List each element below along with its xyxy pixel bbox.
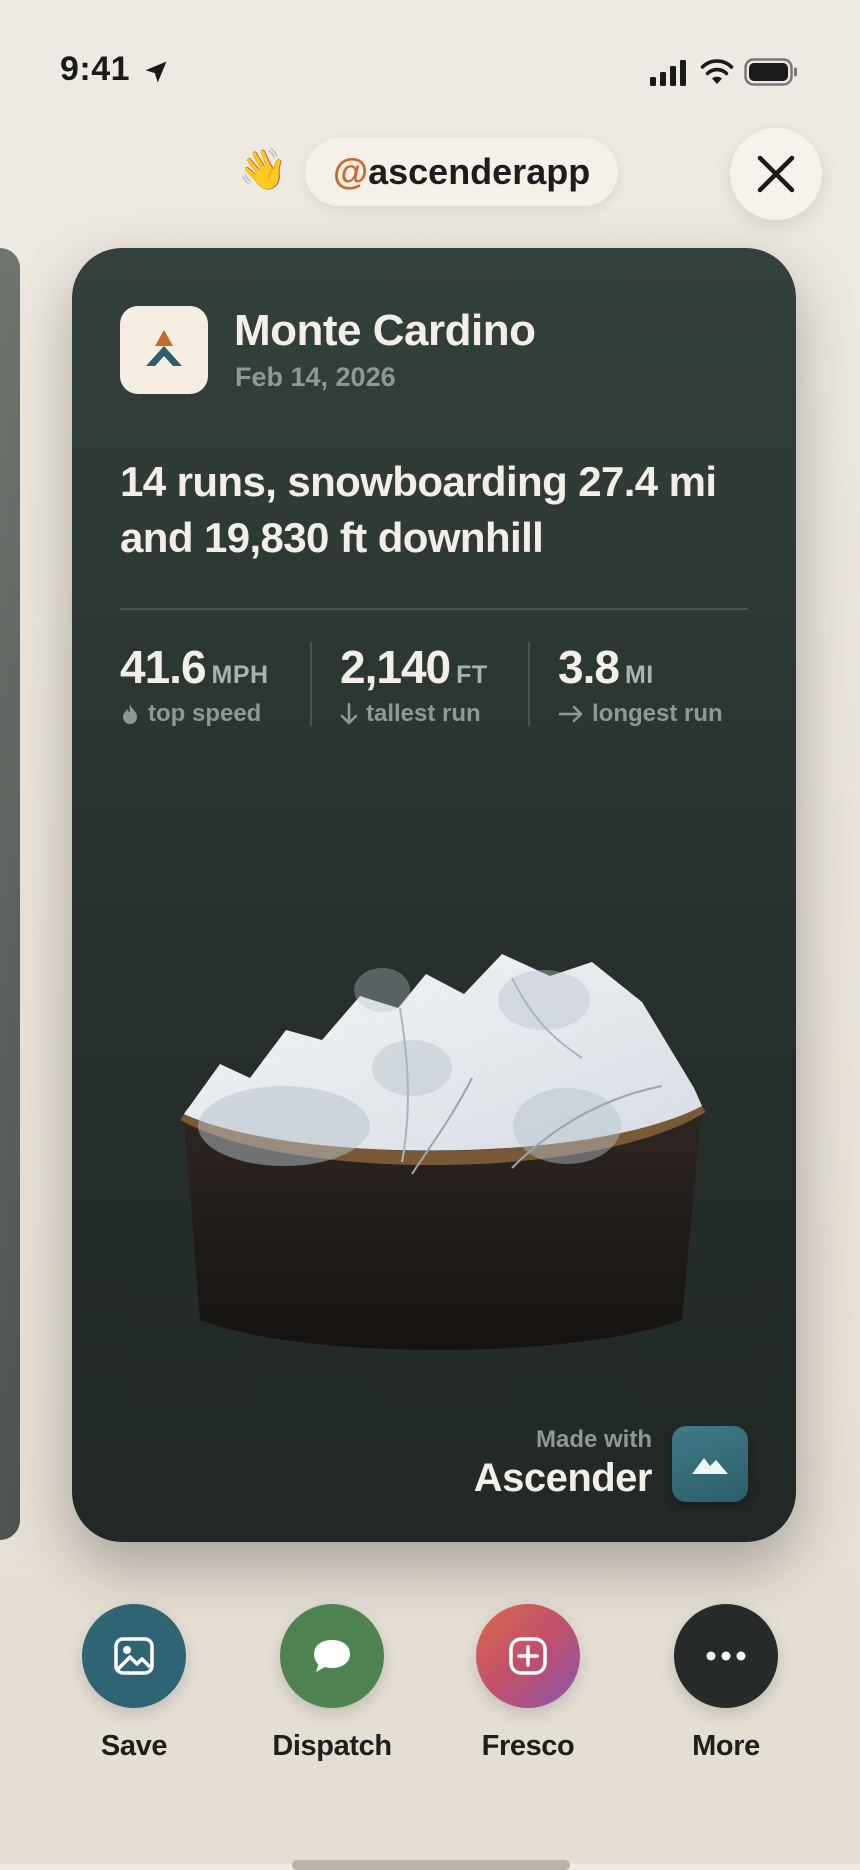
more-dots-icon (706, 1651, 746, 1661)
close-button[interactable] (730, 128, 822, 220)
arrow-down-icon (340, 702, 358, 725)
status-time: 9:41 (60, 50, 131, 88)
wifi-icon (700, 59, 734, 84)
dispatch-button[interactable] (280, 1604, 384, 1708)
more-action[interactable]: More (646, 1604, 806, 1763)
mountain-icon (692, 1458, 728, 1474)
dispatch-action[interactable]: Dispatch (252, 1604, 412, 1763)
stat-unit: FT (456, 661, 488, 689)
home-indicator[interactable] (292, 1860, 570, 1870)
stat-longest-run: 3.8 MI longest run (558, 640, 723, 728)
save-button[interactable] (82, 1604, 186, 1708)
stat-value: 2,140 (340, 641, 451, 693)
image-icon (114, 1637, 154, 1675)
resort-name: Monte Cardino (234, 306, 536, 355)
stat-value: 3.8 (558, 641, 620, 693)
stat-tallest-run: 2,140 FT tallest run (340, 640, 488, 728)
brand-tile (672, 1426, 748, 1502)
more-button[interactable] (674, 1604, 778, 1708)
dispatch-label: Dispatch (272, 1730, 392, 1762)
more-label: More (692, 1730, 760, 1762)
share-card: Monte Cardino Feb 14, 2026 14 runs, snow… (72, 248, 796, 1542)
stat-label: longest run (592, 700, 723, 727)
stat-separator (310, 642, 312, 726)
battery-icon (744, 58, 797, 86)
plus-square-icon (509, 1637, 547, 1675)
handle-at-symbol: @ (333, 151, 369, 192)
session-summary: 14 runs, snowboarding 27.4 mi and 19,830… (120, 454, 760, 566)
summary-line: and 19,830 ft downhill (120, 514, 544, 561)
wave-emoji: 👋 (238, 148, 288, 192)
fresco-label: Fresco (481, 1730, 575, 1762)
status-bar: 9:41 (0, 0, 860, 140)
handle-name: ascenderapp (368, 151, 591, 192)
divider (120, 608, 748, 610)
brand-name: Ascender (473, 1456, 653, 1500)
flame-icon (123, 704, 137, 724)
handle-pill[interactable]: @ ascenderapp (305, 138, 619, 206)
cellular-signal-icon (650, 60, 686, 86)
location-arrow-icon (145, 61, 167, 83)
stat-label: tallest run (366, 700, 481, 727)
close-icon (757, 155, 795, 193)
arrow-right-icon (558, 705, 583, 723)
session-date: Feb 14, 2026 (235, 362, 396, 392)
save-action[interactable]: Save (54, 1604, 214, 1763)
save-label: Save (100, 1730, 168, 1762)
stat-unit: MI (624, 661, 654, 689)
summary-line: 14 runs, snowboarding 27.4 mi (120, 458, 717, 505)
fresco-action[interactable]: Fresco (448, 1604, 608, 1763)
peak-logo-icon (146, 330, 182, 366)
stat-top-speed: 41.6 MPH top speed (120, 640, 269, 728)
stat-label: top speed (148, 700, 262, 727)
snow-mountain-illustration (180, 954, 706, 1350)
stat-value: 41.6 (120, 641, 207, 693)
resort-logo-badge (120, 306, 208, 394)
stat-separator (528, 642, 530, 726)
fresco-button[interactable] (476, 1604, 580, 1708)
chat-bubble-icon (314, 1640, 350, 1672)
stat-unit: MPH (211, 661, 269, 689)
previous-card-peek[interactable] (0, 248, 20, 1540)
made-with-credit: Made with Ascender (473, 1426, 653, 1501)
made-with-label: Made with (535, 1426, 652, 1453)
